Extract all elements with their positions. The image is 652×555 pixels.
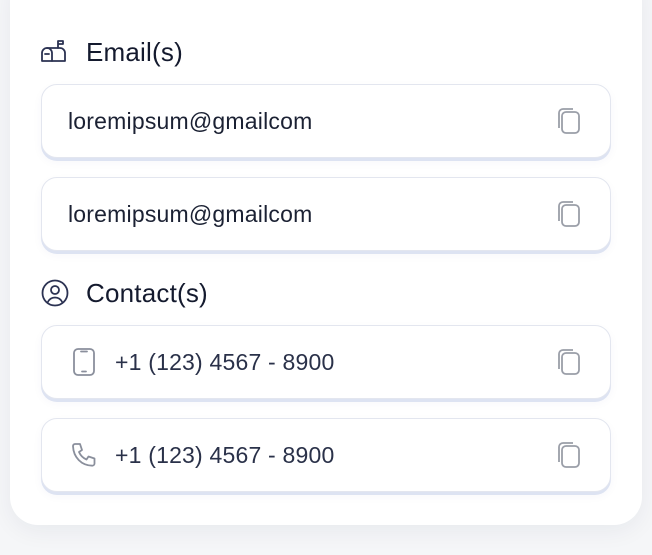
emails-section-title: Email(s) [86, 36, 183, 67]
phone-value: +1 (123) 4567 - 8900 [115, 441, 335, 468]
mobile-phone-icon [69, 347, 99, 377]
email-field-2[interactable]: loremipsum@gmailcom [41, 177, 611, 251]
mailbox-icon [40, 37, 70, 67]
user-circle-icon [40, 278, 70, 308]
phone-value: +1 (123) 4567 - 8900 [115, 348, 335, 375]
contacts-section-header: Contact(s) [40, 275, 208, 311]
copy-icon[interactable] [554, 440, 584, 470]
emails-section-header: Email(s) [40, 34, 183, 70]
copy-icon[interactable] [554, 347, 584, 377]
phone-icon [69, 440, 99, 470]
phone-field-landline[interactable]: +1 (123) 4567 - 8900 [41, 418, 611, 492]
copy-icon[interactable] [554, 199, 584, 229]
phone-field-mobile[interactable]: +1 (123) 4567 - 8900 [41, 325, 611, 399]
contacts-section-title: Contact(s) [86, 277, 208, 308]
copy-icon[interactable] [554, 106, 584, 136]
email-value: loremipsum@gmailcom [68, 200, 313, 227]
email-value: loremipsum@gmailcom [68, 107, 313, 134]
email-field-1[interactable]: loremipsum@gmailcom [41, 84, 611, 158]
